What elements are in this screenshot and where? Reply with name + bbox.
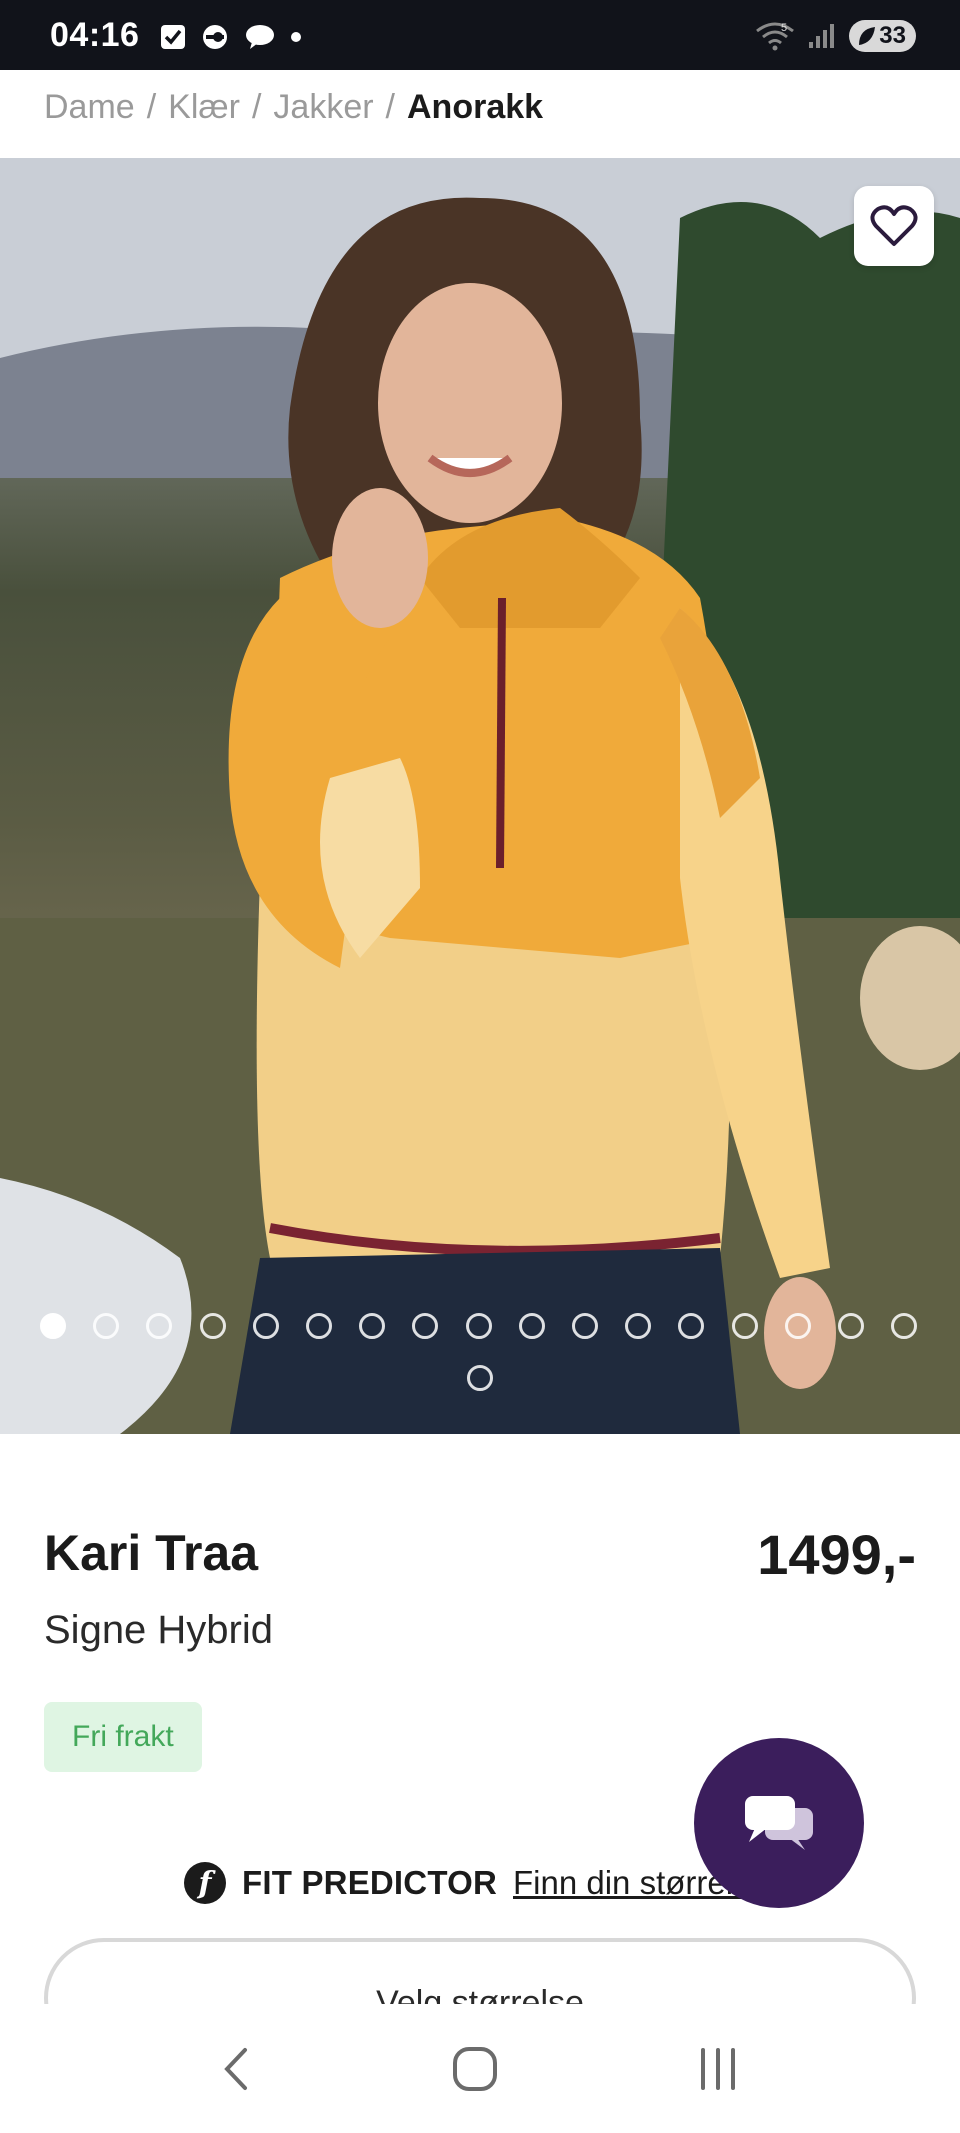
free-shipping-badge: Fri frakt xyxy=(44,1702,202,1772)
system-icons: 5 33 xyxy=(755,20,916,52)
carousel-dot[interactable] xyxy=(572,1313,598,1339)
carousel-dot[interactable] xyxy=(467,1365,493,1391)
recent-apps-icon[interactable] xyxy=(693,2044,743,2094)
cell-signal-icon xyxy=(809,24,835,48)
carousel-dot[interactable] xyxy=(731,1313,758,1339)
carousel-dot[interactable] xyxy=(465,1313,492,1339)
carousel-dot[interactable] xyxy=(306,1313,332,1339)
breadcrumb-separator: / xyxy=(385,88,395,126)
breadcrumb-item-klaer[interactable]: Klær xyxy=(168,88,240,127)
product-brand: Kari Traa xyxy=(44,1525,259,1581)
chat-bubbles-icon xyxy=(745,1796,813,1850)
breadcrumb-item-jakker[interactable]: Jakker xyxy=(273,88,373,127)
fit-predictor-title: FIT PREDICTOR xyxy=(242,1864,497,1901)
carousel-dot[interactable] xyxy=(838,1313,864,1339)
more-dot-icon xyxy=(291,32,301,42)
checkbox-notification-icon xyxy=(161,25,185,49)
fit-predictor: f FIT PREDICTOR Finn din størrelse xyxy=(184,1862,768,1904)
carousel-dot[interactable] xyxy=(359,1313,386,1339)
breadcrumb-current: Anorakk xyxy=(407,88,544,126)
product-name: Signe Hybrid xyxy=(44,1608,274,1652)
battery-level: 33 xyxy=(879,22,906,49)
fit-predictor-logo-icon: f xyxy=(184,1862,226,1904)
carousel-dot[interactable] xyxy=(199,1313,226,1339)
battery-indicator: 33 xyxy=(849,20,916,52)
system-navigation-bar xyxy=(0,2004,960,2133)
carousel-dot[interactable] xyxy=(93,1313,120,1339)
svg-text:5: 5 xyxy=(781,22,787,34)
home-icon[interactable] xyxy=(450,2044,500,2094)
battery-saver-icon xyxy=(859,27,876,45)
chat-notification-icon xyxy=(246,25,274,49)
heart-icon xyxy=(870,205,918,246)
status-time: 04:16 xyxy=(50,16,140,54)
carousel-dot[interactable] xyxy=(40,1313,66,1339)
breadcrumb-separator: / xyxy=(251,88,262,126)
breadcrumb-separator: / xyxy=(146,88,157,126)
notification-icons xyxy=(160,24,302,50)
carousel-dot[interactable] xyxy=(784,1313,811,1339)
breadcrumb: Dame / Klær / Jakker / Anorakk xyxy=(44,88,543,127)
back-icon[interactable] xyxy=(217,2044,257,2094)
carousel-dot[interactable] xyxy=(518,1313,545,1339)
sync-icon xyxy=(203,25,227,49)
product-photo xyxy=(0,158,960,1434)
carousel-dot[interactable] xyxy=(625,1313,652,1339)
wifi-icon: 5 xyxy=(756,22,795,51)
breadcrumb-item-dame[interactable]: Dame xyxy=(44,88,135,127)
status-bar: 04:16 5 33 xyxy=(0,0,960,70)
favorite-button[interactable] xyxy=(854,186,934,266)
product-image-carousel[interactable] xyxy=(0,158,960,1434)
carousel-dot[interactable] xyxy=(252,1313,279,1339)
product-price: 1499,- xyxy=(757,1523,916,1586)
carousel-dot[interactable] xyxy=(891,1313,918,1339)
chat-button[interactable] xyxy=(694,1738,864,1908)
